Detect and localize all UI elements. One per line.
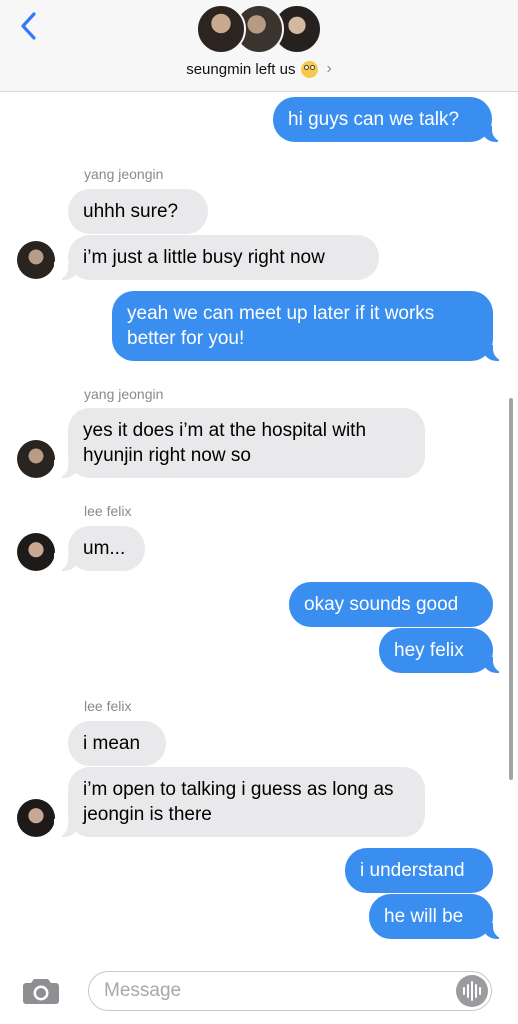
- sent-message[interactable]: he will be: [369, 894, 507, 939]
- received-message[interactable]: yes it does i’m at the hospital with hyu…: [54, 408, 425, 478]
- scrollbar[interactable]: [509, 398, 513, 780]
- camera-icon: [23, 979, 59, 1004]
- received-message[interactable]: i mean: [68, 721, 166, 766]
- sent-message[interactable]: yeah we can meet up later if it works be…: [112, 291, 507, 361]
- message-input[interactable]: [88, 971, 492, 1011]
- compose-bar: [0, 958, 518, 1024]
- group-avatars[interactable]: [196, 4, 322, 56]
- sender-avatar[interactable]: [17, 241, 55, 279]
- sender-name: lee felix: [84, 698, 132, 714]
- sent-message[interactable]: hi guys can we talk?: [273, 97, 506, 142]
- sent-message[interactable]: okay sounds good: [289, 582, 493, 627]
- group-name: seungmin left us: [186, 60, 296, 78]
- camera-button[interactable]: [22, 976, 60, 1006]
- audio-button[interactable]: [456, 975, 488, 1007]
- sender-name: yang jeongin: [84, 166, 164, 182]
- conversation-header: seungmin left us ›: [0, 0, 518, 92]
- sender-avatar[interactable]: [17, 440, 55, 478]
- sender-name: lee felix: [84, 503, 132, 519]
- received-message[interactable]: i’m open to talking i guess as long as j…: [54, 767, 425, 837]
- audio-waveform-icon: [463, 981, 481, 1001]
- sender-name: yang jeongin: [84, 386, 164, 402]
- sender-avatar[interactable]: [17, 533, 55, 571]
- received-message[interactable]: um...: [54, 526, 145, 571]
- flushed-face-emoji-icon: [301, 60, 319, 78]
- back-button[interactable]: [16, 10, 46, 42]
- avatar: [196, 4, 246, 54]
- received-message[interactable]: uhhh sure?: [68, 189, 208, 234]
- group-name-button[interactable]: seungmin left us ›: [0, 60, 518, 78]
- received-message[interactable]: i’m just a little busy right now: [54, 235, 379, 280]
- sender-avatar[interactable]: [17, 799, 55, 837]
- chevron-right-icon: ›: [326, 60, 332, 77]
- sent-message[interactable]: i understand: [345, 848, 493, 893]
- sent-message[interactable]: hey felix: [379, 628, 507, 673]
- chevron-left-icon: [21, 12, 36, 40]
